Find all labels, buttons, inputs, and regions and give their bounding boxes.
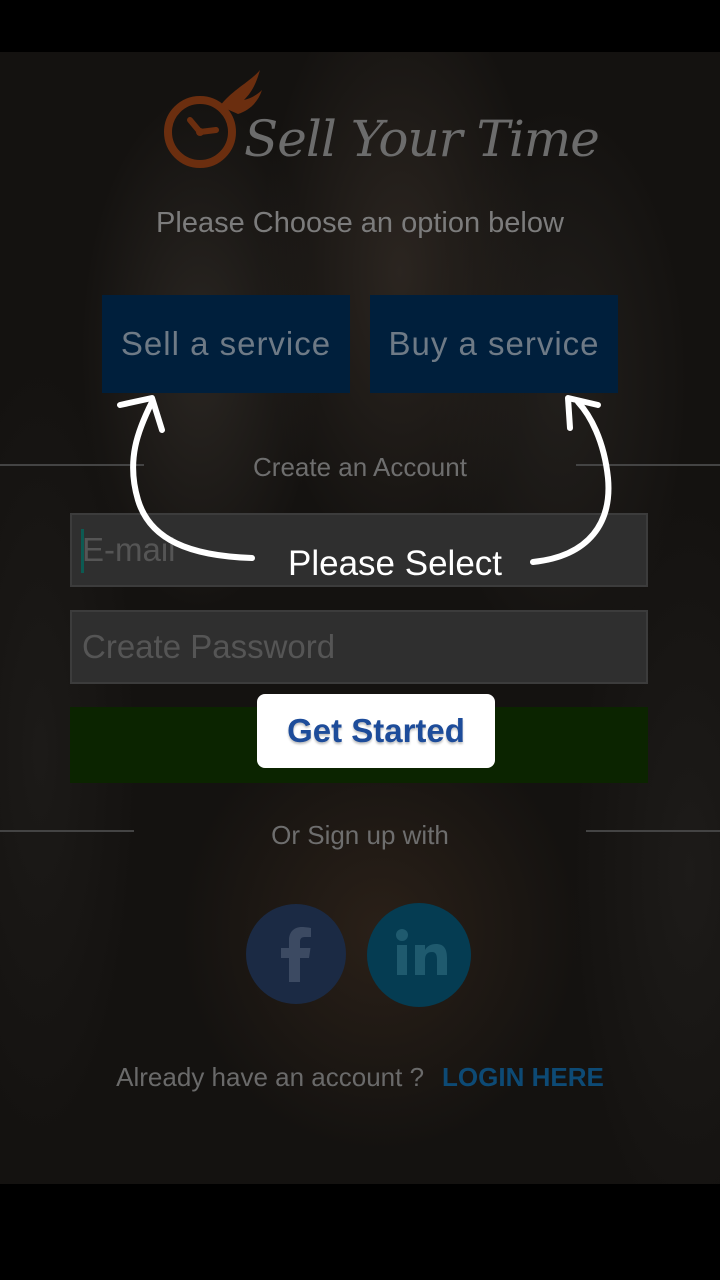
email-placeholder: E-mail (82, 531, 176, 568)
app-name: Sell Your Time (244, 110, 600, 168)
login-prompt: Already have an account ? LOGIN HERE (0, 1062, 720, 1093)
linkedin-button[interactable] (367, 903, 471, 1007)
get-started-tooltip[interactable]: Get Started (257, 694, 495, 768)
choose-prompt: Please Choose an option below (156, 207, 564, 239)
facebook-icon (281, 927, 311, 982)
navigation-bar (0, 1184, 720, 1280)
please-select-hint: Please Select (288, 544, 503, 583)
buy-service-button[interactable]: Buy a service (370, 295, 618, 393)
password-field[interactable]: Create Password (70, 610, 648, 684)
status-bar (0, 0, 720, 52)
already-account-text: Already have an account ? (116, 1062, 425, 1092)
password-placeholder: Create Password (82, 628, 336, 665)
login-link[interactable]: LOGIN HERE (442, 1062, 604, 1092)
app-logo: Sell Your Time (160, 70, 600, 180)
linkedin-icon (396, 929, 447, 975)
facebook-button[interactable] (246, 904, 346, 1004)
signup-with-label: Or Sign up with (271, 820, 449, 850)
create-account-label: Create an Account (253, 452, 467, 482)
sell-service-button[interactable]: Sell a service (102, 295, 350, 393)
app-screen: Sell Your Time Please Choose an option b… (0, 52, 720, 1184)
